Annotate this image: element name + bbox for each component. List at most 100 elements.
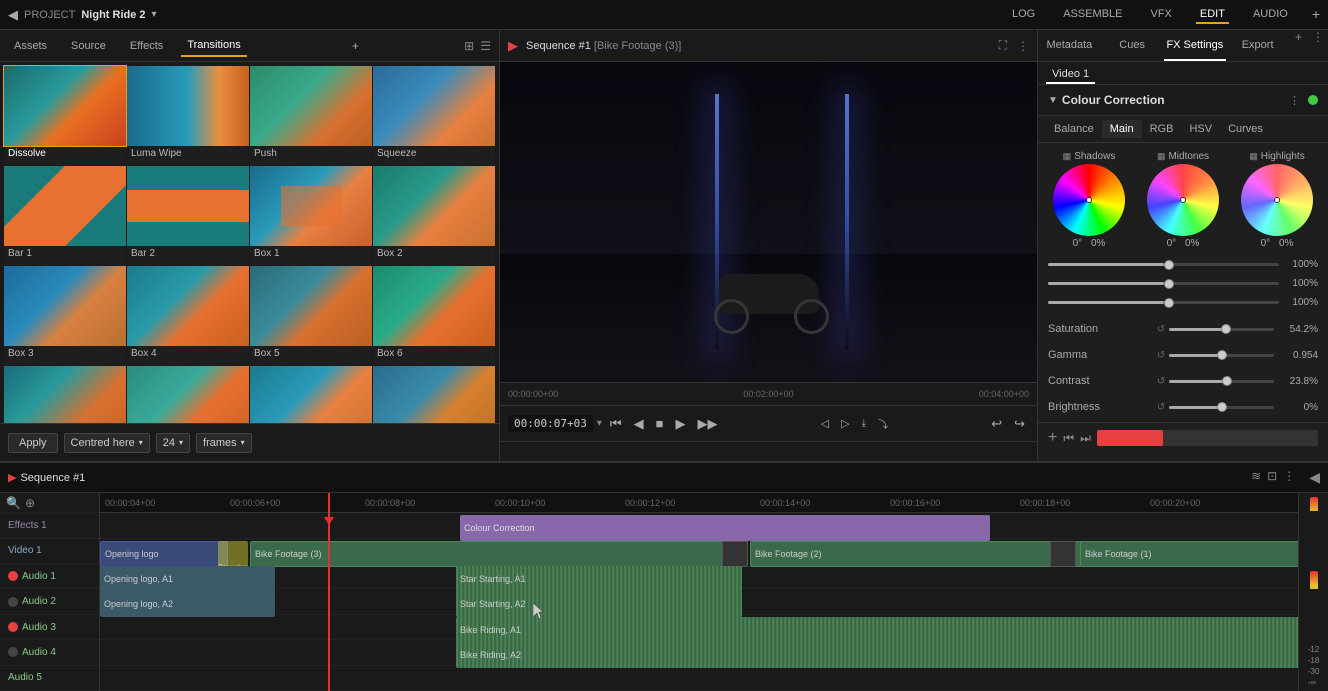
tab-cues[interactable]: Cues [1101,30,1164,61]
fx-timeline-bar[interactable] [1097,430,1318,446]
goto-end-fx-button[interactable]: ⏭ [1080,431,1091,446]
tab-effects[interactable]: Effects [124,36,169,56]
video1-tab[interactable]: Video 1 [1046,66,1095,84]
subtab-balance[interactable]: Balance [1046,120,1102,138]
nav-assemble[interactable]: ASSEMBLE [1059,6,1126,24]
clip-colour-correction[interactable]: Colour Correction [460,515,990,541]
timeline-waveform-icon[interactable]: ≋ [1251,469,1261,486]
nav-vfx[interactable]: VFX [1147,6,1176,24]
transition-box5[interactable]: Box 5 [250,266,372,365]
clip-star-starting-a2[interactable]: Star Starting, A2 [456,591,742,617]
contrast-thumb[interactable] [1222,376,1232,386]
transition-box7[interactable]: Box 7 [4,366,126,423]
insert-button[interactable]: ⤓ [858,416,870,431]
back-icon[interactable]: ◀ [8,7,18,23]
go-to-start-button[interactable]: ⏮ [606,414,626,434]
overwrite-button[interactable]: ⤵ [874,414,892,433]
transition-box1[interactable]: Box 1 [250,166,372,265]
tab-metadata[interactable]: Metadata [1038,30,1101,61]
transition-box3[interactable]: Box 3 [4,266,126,365]
audio3-toggle[interactable] [8,622,18,632]
project-dropdown-icon[interactable]: ▾ [152,9,157,20]
apply-button[interactable]: Apply [8,433,58,453]
subtab-hsv[interactable]: HSV [1181,120,1220,138]
timeline-snapshot-icon[interactable]: ⊡ [1267,469,1277,486]
step-forward-button[interactable]: ▶▶ [693,414,721,434]
centred-dropdown[interactable]: Centred here ▾ [64,433,150,453]
panel-collapse-icon[interactable]: ◀ [1309,469,1320,486]
play-button[interactable]: ▶ [671,414,689,434]
contrast-slider[interactable] [1169,380,1274,383]
tab-export[interactable]: Export [1226,30,1289,61]
transition-box4[interactable]: Box 4 [127,266,249,365]
audio1-toggle[interactable] [8,571,18,581]
cc-expand-icon[interactable]: ▼ [1048,95,1058,106]
redo-button[interactable]: ↪ [1010,414,1029,434]
duration-input[interactable]: 24 ▾ [156,433,190,453]
midtones-wheel[interactable] [1147,164,1219,236]
transition-luma-wipe[interactable]: Luma Wipe [127,66,249,165]
contrast-reset-icon[interactable]: ↺ [1157,376,1165,387]
preview-timeline-bar[interactable]: 00:00:00+00 00:02:00+00 00:04:00+00 [500,382,1037,406]
stop-button[interactable]: ■ [652,414,668,433]
playhead[interactable] [328,493,330,691]
audio2-toggle[interactable] [8,597,18,607]
clip-bike-riding-a1[interactable]: Bike Riding, A1 [456,617,1298,643]
gamma-thumb[interactable] [1217,350,1227,360]
gamma-slider[interactable] [1169,354,1274,357]
list-view-icon[interactable]: ☰ [480,39,491,53]
midtones-dot[interactable] [1180,197,1186,203]
gamma-reset-icon[interactable]: ↺ [1157,350,1165,361]
frames-dropdown[interactable]: frames ▾ [196,433,252,453]
transition-squeeze[interactable]: Squeeze [373,66,495,165]
transition-bar2[interactable]: Bar 2 [127,166,249,265]
subtab-curves[interactable]: Curves [1220,120,1271,138]
clip-star-starting-a1[interactable]: Star Starting, A1 [456,566,742,592]
nav-audio[interactable]: AUDIO [1249,6,1292,24]
clip-opening-logo-a2[interactable]: Opening logo, A2 [100,591,275,617]
saturation-reset-icon[interactable]: ↺ [1157,324,1165,335]
timeline-ruler[interactable]: 00:00:04+00 00:00:06+00 00:00:08+00 00:0… [100,493,1298,513]
highlights-dot[interactable] [1274,197,1280,203]
highlights-wheel[interactable] [1241,164,1313,236]
in-point-button[interactable]: ◁ [817,415,833,432]
master-slider-thumb-2[interactable] [1164,279,1174,289]
transition-push[interactable]: Push [250,66,372,165]
transition-box8[interactable]: Box 8 [127,366,249,423]
clip-bike-footage-1[interactable]: Bike Footage (1) [1080,541,1298,567]
tab-assets[interactable]: Assets [8,36,53,56]
transition-bar1[interactable]: Bar 1 [4,166,126,265]
master-slider-track-1[interactable] [1048,263,1279,266]
cc-more-icon[interactable]: ⋮ [1289,94,1300,107]
tab-fx-settings[interactable]: FX Settings [1164,30,1227,61]
shadows-wheel[interactable] [1053,164,1125,236]
right-panel-add-icon[interactable]: + [1289,30,1308,61]
shadows-dot[interactable] [1086,197,1092,203]
preview-more-button[interactable]: ⋮ [1017,38,1029,53]
cc-enabled-indicator[interactable] [1308,95,1318,105]
timecode-display[interactable]: 00:00:07+03 [508,415,593,432]
master-slider-thumb-3[interactable] [1164,298,1174,308]
transition-box6[interactable]: Box 6 [373,266,495,365]
clip-bike-footage-3[interactable]: Bike Footage (3) [250,541,730,567]
panel-add-icon[interactable]: + [352,39,359,53]
clip-opening-logo-a1[interactable]: Opening logo, A1 [100,566,275,592]
master-slider-track-2[interactable] [1048,282,1279,285]
clip-opening-logo[interactable]: Opening logo [100,541,228,567]
saturation-slider[interactable] [1169,328,1274,331]
zoom-out-icon[interactable]: 🔍 [6,496,21,510]
subtab-main[interactable]: Main [1102,120,1142,138]
timeline-more-icon[interactable]: ⋮ [1283,469,1295,486]
nav-add-icon[interactable]: + [1312,6,1320,24]
right-panel-more-icon[interactable]: ⋮ [1308,30,1328,61]
step-back-button[interactable]: ◀ [630,414,648,434]
audio4-toggle[interactable] [8,647,18,657]
saturation-thumb[interactable] [1221,324,1231,334]
brightness-reset-icon[interactable]: ↺ [1157,402,1165,413]
zoom-in-icon[interactable]: ⊕ [25,496,35,510]
subtab-rgb[interactable]: RGB [1142,120,1182,138]
transition-dissolve[interactable]: Dissolve [4,66,126,165]
nav-log[interactable]: LOG [1008,6,1039,24]
add-fx-button[interactable]: + [1048,429,1057,447]
timecode-dropdown-icon[interactable]: ▾ [597,418,602,429]
